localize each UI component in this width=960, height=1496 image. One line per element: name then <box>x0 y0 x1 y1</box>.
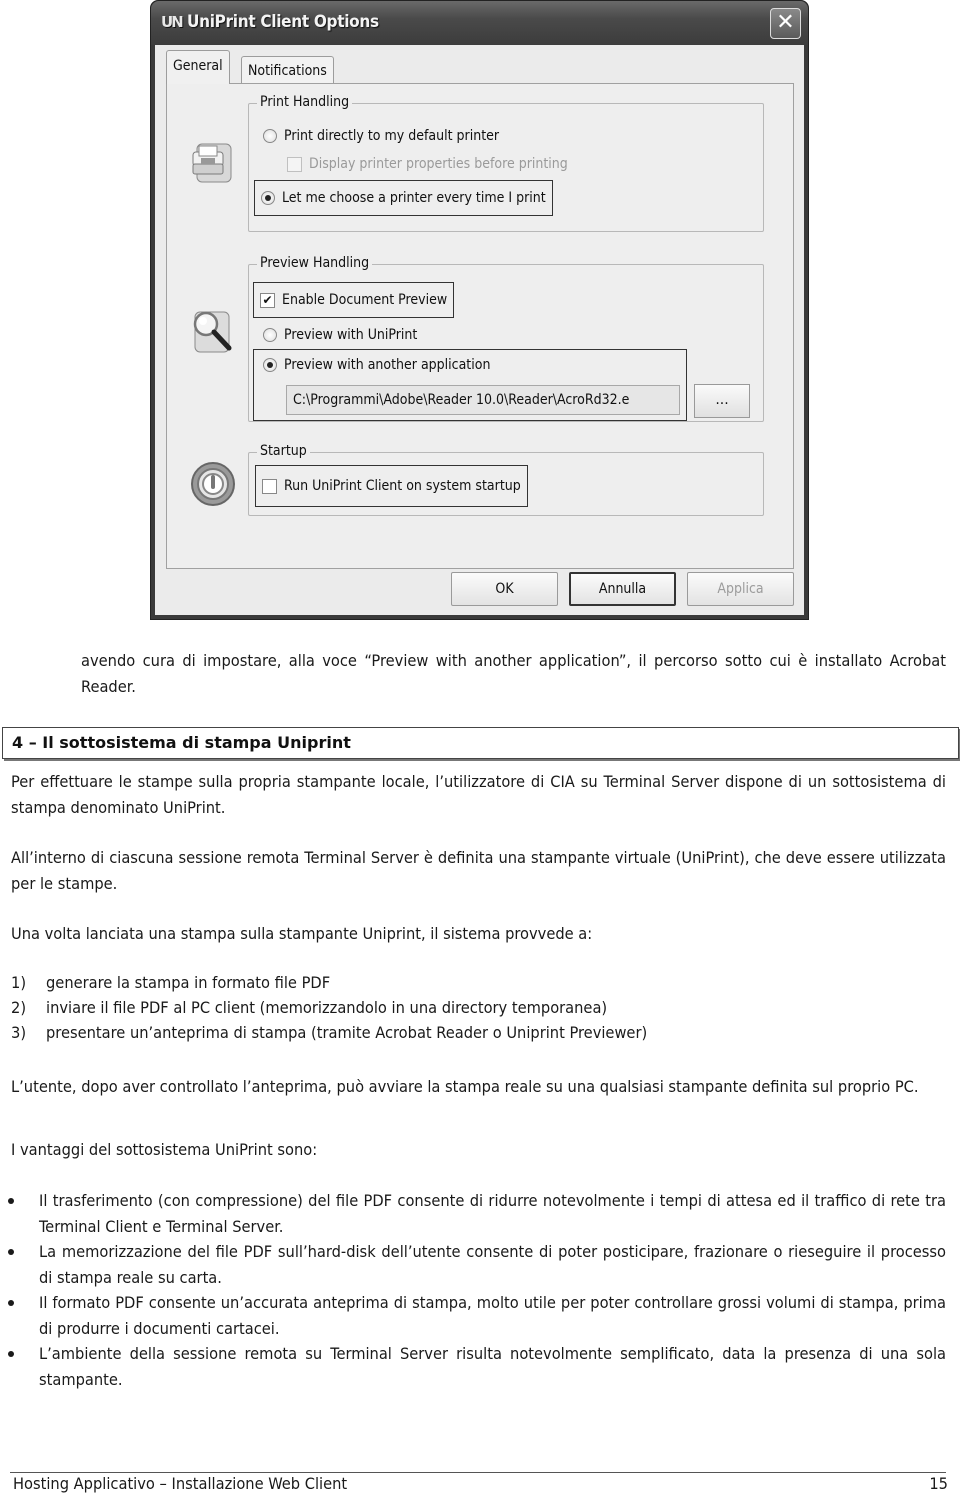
uniprint-logo-icon: UN <box>161 13 184 31</box>
print-handling-title: Print Handling <box>257 94 353 110</box>
enable-preview-option[interactable]: ✔ Enable Document Preview <box>253 282 455 318</box>
tab-notifications[interactable]: Notifications <box>241 56 334 84</box>
close-button[interactable]: ✕ <box>770 8 801 39</box>
bullet-icon <box>8 1198 14 1204</box>
preview-another-radio[interactable] <box>263 358 277 372</box>
startup-title: Startup <box>257 443 310 459</box>
step-number: 3) <box>11 1023 27 1042</box>
bullet-icon <box>8 1300 14 1306</box>
advantage-item: L’ambiente della sessione remota su Term… <box>39 1344 946 1389</box>
dialog-title: UniPrint Client Options <box>187 12 379 32</box>
advantage-item: Il formato PDF consente un’accurata ante… <box>39 1293 946 1338</box>
step-number: 2) <box>11 998 27 1017</box>
print-direct-label: Print directly to my default printer <box>284 128 500 144</box>
print-direct-radio[interactable] <box>263 129 277 143</box>
run-on-startup-checkbox[interactable] <box>262 478 277 494</box>
step-text: generare la stampa in formato file PDF <box>46 973 331 992</box>
power-icon <box>191 462 235 506</box>
advantage-item: La memorizzazione del file PDF sull’hard… <box>39 1242 946 1287</box>
choose-printer-option[interactable]: Let me choose a printer every time I pri… <box>254 180 553 216</box>
paragraph-1: Per effettuare le stampe sulla propria s… <box>11 772 946 817</box>
enable-preview-checkbox[interactable]: ✔ <box>260 292 275 308</box>
printer-icon <box>192 143 232 183</box>
run-on-startup-option[interactable]: Run UniPrint Client on system startup <box>255 465 528 507</box>
bullet-icon <box>8 1249 14 1255</box>
advantages-intro: I vantaggi del sottosistema UniPrint son… <box>11 1140 318 1159</box>
startup-group: Startup Run UniPrint Client on system st… <box>248 443 764 516</box>
print-handling-group: Print Handling Print directly to my defa… <box>248 94 764 232</box>
uniprint-options-dialog: UN UniPrint Client Options ✕ General Not… <box>150 0 809 620</box>
step-text: presentare un’anteprima di stampa (trami… <box>46 1023 648 1042</box>
run-on-startup-label: Run UniPrint Client on system startup <box>284 478 521 494</box>
choose-printer-label: Let me choose a printer every time I pri… <box>282 190 546 206</box>
dialog-client-area: General Notifications Print Handling Pri… <box>155 45 804 615</box>
display-properties-option: Display printer properties before printi… <box>287 156 568 172</box>
general-tab-panel: Print Handling Print directly to my defa… <box>166 83 794 569</box>
preview-uniprint-option[interactable]: Preview with UniPrint <box>263 327 417 343</box>
bullet-icon <box>8 1351 14 1357</box>
step-text: inviare il file PDF al PC client (memori… <box>46 998 608 1017</box>
close-icon: ✕ <box>776 10 795 35</box>
after-steps-paragraph: L’utente, dopo aver controllato l’antepr… <box>11 1077 919 1096</box>
section-heading: 4 – Il sottosistema di stampa Uniprint <box>2 727 959 759</box>
ok-button[interactable]: OK <box>451 572 558 606</box>
browse-button[interactable]: ... <box>694 384 750 418</box>
preview-uniprint-radio[interactable] <box>263 328 277 342</box>
tab-general[interactable]: General <box>166 50 230 84</box>
step-item: 1) generare la stampa in formato file PDF <box>11 973 330 992</box>
enable-preview-label: Enable Document Preview <box>282 292 448 308</box>
preview-another-option[interactable]: Preview with another application <box>263 357 490 373</box>
footer-title: Hosting Applicativo – Installazione Web … <box>13 1474 348 1493</box>
step-item: 3) presentare un’anteprima di stampa (tra… <box>11 1023 647 1042</box>
print-direct-option[interactable]: Print directly to my default printer <box>263 128 499 144</box>
paragraph-3: Una volta lanciata una stampa sulla stam… <box>11 924 593 943</box>
application-path-input[interactable]: C:\Programmi\Adobe\Reader 10.0\Reader\Ac… <box>286 385 680 415</box>
preview-handling-title: Preview Handling <box>257 255 373 271</box>
step-item: 2) inviare il file PDF al PC client (memo… <box>11 998 607 1017</box>
advantage-item: Il trasferimento (con compressione) del … <box>39 1191 946 1236</box>
footer-divider <box>10 1472 946 1473</box>
preview-uniprint-label: Preview with UniPrint <box>284 327 418 343</box>
apply-button[interactable]: Applica <box>687 572 794 606</box>
choose-printer-radio[interactable] <box>261 191 275 205</box>
title-bar[interactable]: UN UniPrint Client Options ✕ <box>151 1 808 45</box>
display-properties-checkbox <box>287 156 302 172</box>
page-number: 15 <box>929 1474 948 1493</box>
intro-paragraph: avendo cura di impostare, alla voce “Pre… <box>81 651 946 696</box>
display-properties-label: Display printer properties before printi… <box>309 156 568 172</box>
cancel-button[interactable]: Annulla <box>569 572 676 606</box>
step-number: 1) <box>11 973 27 992</box>
preview-handling-group: Preview Handling ✔ Enable Document Previ… <box>248 255 764 422</box>
preview-another-label: Preview with another application <box>284 357 491 373</box>
paragraph-2: All’interno di ciascuna sessione remota … <box>11 848 946 893</box>
magnifier-icon <box>193 311 232 353</box>
